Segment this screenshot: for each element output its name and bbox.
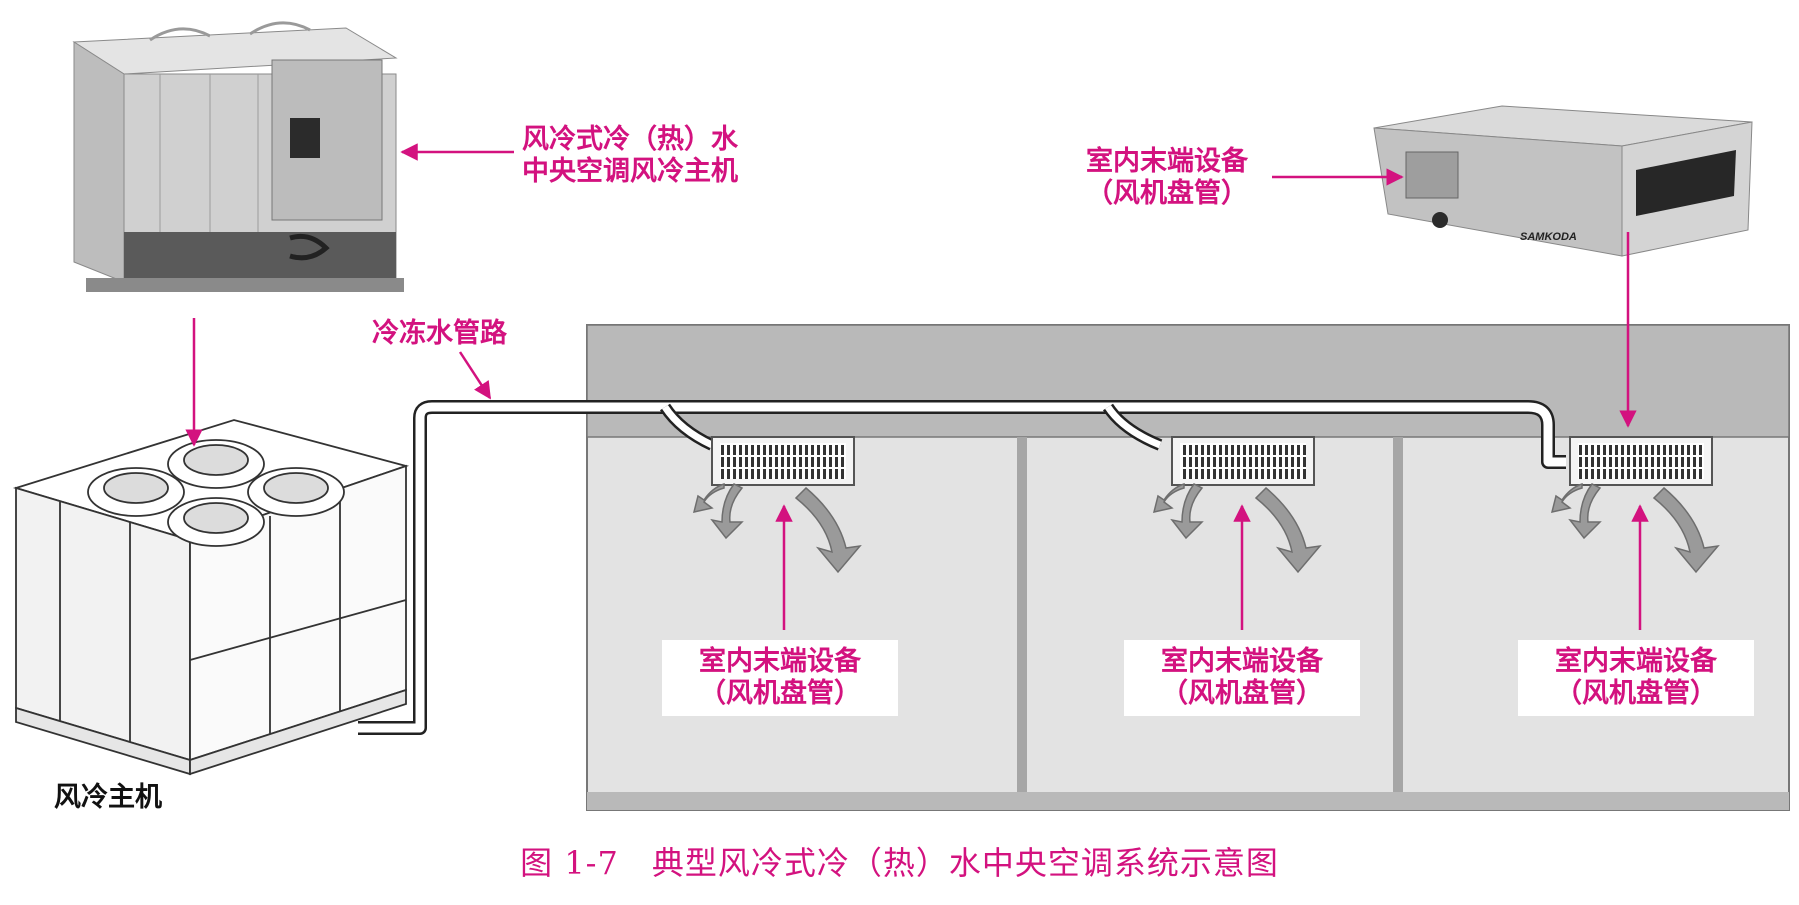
- building-section: [586, 324, 1790, 811]
- figure-caption: 图 1-7 典型风冷式冷（热）水中央空调系统示意图: [520, 844, 1279, 882]
- room-unit-label-3: 室内末端设备 （风机盘管）: [1518, 640, 1754, 716]
- room-unit-label-2-line1: 室内末端设备: [1161, 646, 1323, 677]
- room-unit-label-2: 室内末端设备 （风机盘管）: [1124, 640, 1360, 716]
- room-unit-label-2-line2: （风机盘管）: [1161, 678, 1323, 709]
- floor-slab: [587, 792, 1789, 810]
- indoor-unit-top-label: 室内末端设备 （风机盘管）: [1062, 146, 1272, 210]
- arrow-pipe-label: [458, 351, 492, 400]
- room-unit-label-3-line1: 室内末端设备: [1555, 646, 1717, 677]
- room-unit-label-1-line2: （风机盘管）: [699, 678, 861, 709]
- ceiling-plenum: [586, 324, 1790, 438]
- outdoor-unit-label: 风冷主机: [54, 782, 162, 813]
- fan-coil-grille-3: [1569, 436, 1713, 486]
- room-divider-1: [1017, 437, 1027, 792]
- indoor-unit-top-label-line2: （风机盘管）: [1086, 178, 1248, 209]
- pipe-label: 冷冻水管路: [372, 318, 507, 349]
- air-cooled-chiller-image: [72, 21, 404, 292]
- fan-coil-grille-2: [1171, 436, 1315, 486]
- chiller-main-label-line1: 风冷式冷（热）水: [522, 124, 738, 155]
- room-unit-label-3-line2: （风机盘管）: [1555, 678, 1717, 709]
- outdoor-unit-drawing: [12, 419, 410, 776]
- room-unit-label-1: 室内末端设备 （风机盘管）: [662, 640, 898, 716]
- room-divider-2: [1393, 437, 1403, 792]
- indoor-unit-top-label-line1: 室内末端设备: [1086, 146, 1248, 177]
- fan-coil-brand: SAMKODA: [1520, 231, 1577, 243]
- fan-coil-grille-1: [711, 436, 855, 486]
- chiller-main-label: 风冷式冷（热）水 中央空调风冷主机: [522, 124, 738, 188]
- chiller-main-label-line2: 中央空调风冷主机: [522, 156, 738, 187]
- indoor-fan-coil-unit-image: SAMKODA: [1373, 105, 1753, 257]
- system-diagram: SAMKODA: [12, 21, 1790, 811]
- room-unit-label-1-line1: 室内末端设备: [699, 646, 861, 677]
